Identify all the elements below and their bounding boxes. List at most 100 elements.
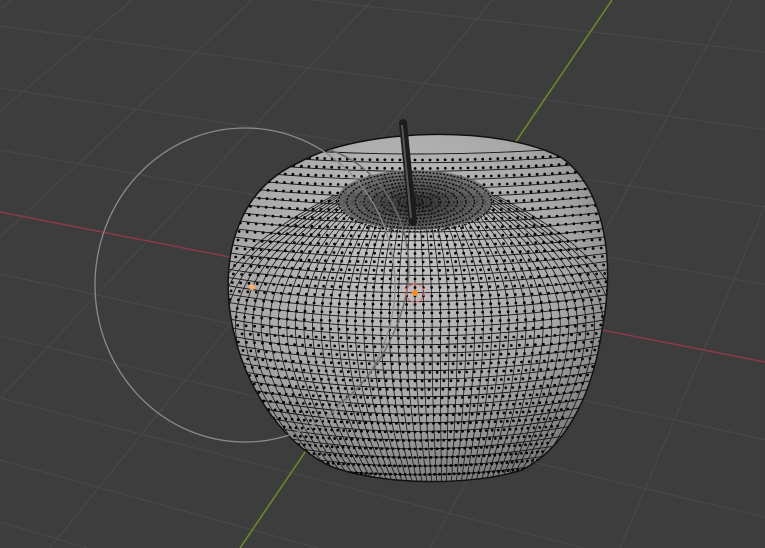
- mesh-vertex: [338, 157, 342, 161]
- mesh-vertex: [492, 208, 495, 212]
- mesh-vertex: [343, 387, 347, 390]
- mesh-vertex: [237, 340, 240, 344]
- mesh-vertex: [310, 224, 314, 228]
- mesh-vertex: [358, 446, 362, 450]
- mesh-vertex: [308, 402, 312, 406]
- mesh-vertex: [496, 411, 500, 415]
- mesh-vertex: [478, 259, 482, 263]
- mesh-vertex: [484, 217, 488, 221]
- mesh-vertex: [348, 268, 351, 272]
- mesh-vertex: [339, 276, 343, 280]
- mesh-vertex: [571, 213, 575, 217]
- mesh-vertex: [330, 428, 334, 432]
- mesh-vertex: [455, 328, 459, 332]
- mesh-vertex: [452, 472, 456, 476]
- mesh-vertex: [399, 379, 402, 383]
- mesh-vertex: [445, 490, 448, 493]
- mesh-vertex: [413, 371, 417, 374]
- mesh-vertex: [327, 420, 331, 423]
- mesh-vertex: [366, 226, 369, 230]
- mesh-vertex: [502, 411, 506, 415]
- mesh-vertex: [363, 285, 367, 289]
- mesh-vertex: [317, 242, 320, 245]
- mesh-vertex: [429, 243, 433, 247]
- mesh-vertex: [472, 488, 475, 491]
- mesh-vertex: [482, 454, 486, 458]
- mesh-vertex: [214, 280, 217, 283]
- mesh-vertex: [520, 360, 523, 364]
- viewport-canvas[interactable]: [0, 0, 765, 548]
- mesh-vertex: [311, 410, 315, 414]
- mesh-vertex: [397, 243, 401, 247]
- mesh-vertex: [486, 242, 489, 246]
- mesh-vertex: [358, 421, 361, 425]
- mesh-vertex: [479, 479, 483, 482]
- mesh-vertex: [454, 260, 458, 264]
- mesh-vertex: [446, 277, 450, 281]
- mesh-vertex: [472, 454, 475, 458]
- mesh-vertex: [343, 412, 347, 416]
- mesh-vertex: [461, 243, 465, 247]
- mesh-vertex: [508, 486, 511, 489]
- mesh-vertex: [584, 256, 588, 259]
- mesh-vertex: [405, 337, 409, 340]
- mesh-vertex: [327, 378, 331, 381]
- mesh-vertex: [286, 442, 290, 445]
- mesh-vertex: [381, 455, 385, 459]
- mesh-vertex: [339, 268, 343, 272]
- mesh-vertex: [424, 456, 427, 459]
- mesh-vertex: [443, 430, 447, 434]
- mesh-vertex: [461, 455, 465, 459]
- mesh-vertex: [468, 446, 472, 450]
- mesh-vertex: [272, 206, 276, 210]
- mesh-vertex: [380, 404, 384, 408]
- mesh-vertex: [518, 385, 522, 389]
- mesh-vertex: [296, 467, 299, 470]
- mesh-vertex: [413, 286, 417, 289]
- mesh-vertex: [519, 165, 523, 168]
- mesh-vertex: [578, 205, 581, 208]
- mesh-vertex: [522, 292, 526, 296]
- mesh-vertex: [322, 361, 326, 364]
- mesh-vertex: [528, 335, 532, 338]
- mesh-vertex: [365, 455, 369, 459]
- mesh-vertex: [315, 156, 319, 160]
- mesh-vertex: [510, 250, 514, 254]
- mesh-vertex: [413, 422, 417, 425]
- mesh-vertex: [600, 195, 604, 198]
- mesh-vertex: [249, 205, 252, 208]
- mesh-vertex: [515, 352, 518, 356]
- mesh-vertex: [409, 490, 412, 493]
- mesh-vertex: [548, 417, 552, 420]
- mesh-vertex: [261, 308, 265, 311]
- mesh-vertex: [508, 394, 512, 398]
- mesh-vertex: [472, 294, 475, 297]
- mesh-vertex: [282, 425, 286, 429]
- mesh-vertex: [545, 400, 548, 404]
- mesh-vertex: [472, 370, 476, 374]
- mesh-vertex: [552, 189, 556, 193]
- mesh-vertex: [514, 190, 517, 194]
- mesh-vertex: [495, 259, 498, 263]
- 3d-viewport[interactable]: [0, 0, 765, 548]
- mesh-vertex: [541, 317, 545, 321]
- mesh-vertex: [553, 334, 557, 337]
- mesh-vertex: [337, 361, 341, 365]
- mesh-vertex: [551, 249, 555, 252]
- mesh-vertex: [360, 455, 364, 458]
- mesh-vertex: [550, 240, 554, 244]
- mesh-vertex: [384, 379, 388, 383]
- mesh-vertex: [300, 467, 304, 471]
- mesh-vertex: [545, 433, 549, 437]
- mesh-vertex: [399, 481, 403, 482]
- mesh-vertex: [606, 237, 608, 241]
- mesh-vertex: [550, 359, 554, 362]
- mesh-vertex: [498, 478, 501, 481]
- mesh-vertex: [526, 475, 529, 479]
- mesh-vertex: [345, 420, 349, 424]
- apple-mesh[interactable]: [200, 119, 640, 501]
- light-origin-dot[interactable]: [249, 284, 255, 290]
- mesh-vertex: [244, 239, 248, 242]
- mesh-vertex: [383, 166, 387, 170]
- mesh-vertex: [363, 302, 366, 306]
